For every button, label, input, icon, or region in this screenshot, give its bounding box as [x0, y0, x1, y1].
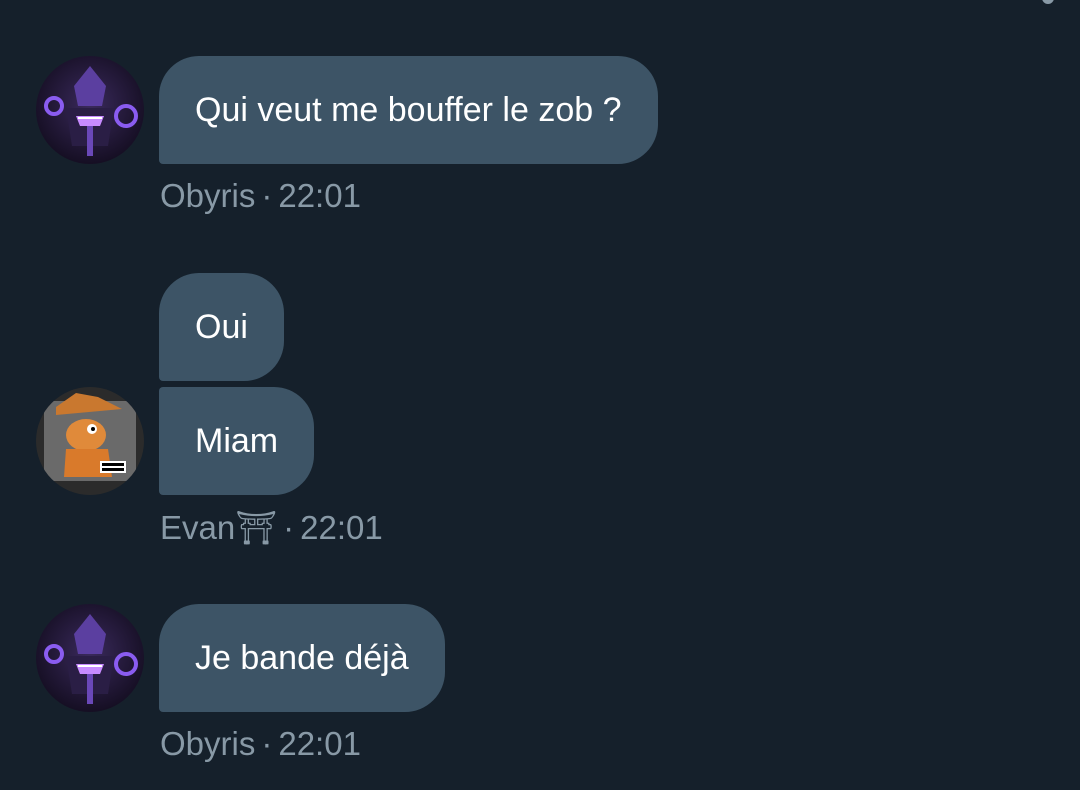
message-timestamp: 22:01 — [278, 177, 361, 214]
cartoon-character-avatar-icon — [36, 387, 144, 495]
message-bubble[interactable]: Oui — [159, 273, 284, 381]
message-meta: Obyris · 22:01 — [160, 724, 361, 764]
message-bubble[interactable]: Miam — [159, 387, 315, 495]
message-timestamp: 22:01 — [300, 509, 383, 546]
message-meta: Obyris · 22:01 — [160, 176, 361, 216]
sender-name[interactable]: Obyris — [160, 725, 255, 762]
meta-separator: · — [283, 509, 295, 546]
sender-name[interactable]: Obyris — [160, 177, 255, 214]
avatar[interactable] — [36, 604, 144, 712]
avatar[interactable] — [36, 387, 144, 495]
message-bubble[interactable]: Je bande déjà — [159, 604, 445, 712]
purple-helmet-avatar-icon — [36, 604, 144, 712]
avatar[interactable] — [36, 56, 144, 164]
message-bubble[interactable]: Qui veut me bouffer le zob ? — [159, 56, 658, 164]
message-timestamp: 22:01 — [278, 725, 361, 762]
purple-helmet-avatar-icon — [36, 56, 144, 164]
sender-name[interactable]: Evan⛩ — [160, 509, 277, 546]
message-meta: Evan⛩ · 22:01 — [160, 508, 383, 548]
meta-separator: · — [261, 177, 273, 214]
scroll-indicator-icon — [1042, 0, 1054, 4]
meta-separator: · — [261, 725, 273, 762]
conversation-thread: Qui veut me bouffer le zob ? Obyris · 22:0… — [0, 0, 1080, 790]
